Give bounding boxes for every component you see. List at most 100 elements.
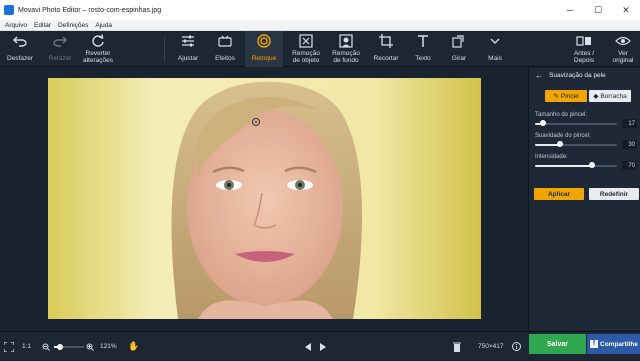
background-removal-label-1: Remoção: [332, 50, 360, 57]
share-label: Compartilhe: [600, 340, 638, 348]
back-arrow-icon[interactable]: ←: [535, 71, 543, 80]
intensity-value[interactable]: 70: [622, 161, 637, 170]
tab-eraser[interactable]: ◆ Borracha: [589, 90, 631, 102]
menu-definicoes[interactable]: Definições: [58, 22, 88, 29]
chevron-down-icon: [487, 34, 503, 48]
undo-icon: [12, 34, 28, 48]
maximize-button[interactable]: ☐: [584, 0, 612, 20]
zoom-level: 121%: [100, 343, 117, 350]
before-after-button[interactable]: Antes / Depois: [566, 31, 602, 67]
background-removal-button[interactable]: Remoção de fundo: [327, 31, 365, 67]
eye-icon: [615, 34, 631, 48]
zoom-handle[interactable]: [57, 343, 63, 350]
fit-screen-button[interactable]: [4, 332, 14, 361]
intensity-fill: [535, 165, 593, 167]
photo[interactable]: [48, 78, 481, 319]
crop-icon: [378, 34, 394, 48]
object-removal-icon: [298, 34, 314, 48]
menu-bar: Arquivo Editar Definições Ajuda: [0, 20, 640, 31]
undo-button[interactable]: Desfazer: [2, 31, 38, 67]
redo-button[interactable]: Refazer: [42, 31, 78, 67]
revert-icon: [90, 34, 106, 48]
zoom-in-icon[interactable]: [86, 332, 94, 361]
zoom-out-icon[interactable]: [42, 332, 50, 361]
brush-size-label: Tamanho do pincel:: [535, 112, 588, 118]
rotate-button[interactable]: Girar: [443, 31, 475, 67]
crop-button[interactable]: Recortar: [369, 31, 403, 67]
intensity-handle[interactable]: [589, 162, 596, 168]
retouch-label: Retoque: [251, 55, 277, 62]
hand-tool-button[interactable]: ✋: [128, 332, 139, 361]
panel-header: ← Suavização da pele: [529, 68, 640, 82]
effects-label: Efeitos: [215, 55, 235, 62]
intensity-label: Intensidade:: [535, 154, 568, 160]
brush-softness-fill: [535, 144, 560, 146]
previous-image-button[interactable]: [305, 332, 312, 361]
view-original-button[interactable]: Ver original: [606, 31, 640, 67]
background-removal-icon: [338, 34, 354, 48]
text-icon: [415, 34, 431, 48]
revert-label-1: Reverter: [85, 50, 111, 57]
retouch-button[interactable]: Retoque: [245, 31, 283, 67]
compare-icon: [576, 34, 592, 48]
previous-arrow-icon: [305, 342, 311, 351]
actual-size-button[interactable]: 1:1: [22, 332, 31, 361]
facebook-icon: f: [590, 340, 598, 348]
apply-button[interactable]: Aplicar: [534, 188, 584, 200]
share-button[interactable]: f Compartilhe: [587, 334, 640, 354]
menu-arquivo[interactable]: Arquivo: [5, 22, 27, 29]
zoom-slider[interactable]: [54, 332, 84, 361]
brush-size-value[interactable]: 17: [622, 119, 637, 128]
fit-screen-icon: [4, 341, 14, 352]
menu-ajuda[interactable]: Ajuda: [95, 22, 112, 29]
revert-changes-button[interactable]: Reverter alterações: [78, 31, 118, 67]
undo-label: Desfazer: [6, 55, 33, 62]
brush-icon: ✎: [553, 93, 559, 100]
delete-button[interactable]: [453, 332, 461, 361]
brush-size-slider[interactable]: [535, 120, 617, 126]
toolbar: Desfazer Refazer Reverter alterações Aju…: [0, 31, 640, 67]
next-image-button[interactable]: [319, 332, 326, 361]
brush-softness-value[interactable]: 30: [622, 140, 637, 149]
adjust-button[interactable]: Ajustar: [172, 31, 204, 67]
brush-softness-slider[interactable]: [535, 141, 617, 147]
crop-label: Recortar: [373, 55, 399, 62]
image-canvas[interactable]: [0, 68, 527, 330]
object-removal-label-2: de objeto: [292, 57, 320, 64]
more-button[interactable]: Mais: [480, 31, 510, 67]
adjust-label: Ajustar: [177, 55, 199, 62]
view-original-label-2: original: [612, 57, 634, 64]
save-button[interactable]: Salvar: [529, 334, 586, 354]
background-removal-label-2: de fundo: [333, 57, 359, 64]
brush-softness-label: Suavidade do pincel:: [535, 133, 591, 139]
object-removal-label-1: Remoção: [292, 50, 320, 57]
redo-icon: [52, 34, 68, 48]
window-title: Movavi Photo Editor – rosto-com-espinhas…: [18, 6, 162, 14]
eraser-icon: ◆: [593, 93, 599, 100]
brush-size-handle[interactable]: [540, 120, 547, 126]
tab-brush-label: Pincel: [560, 92, 579, 100]
image-dimensions: 750×417: [478, 343, 504, 350]
before-after-label-1: Antes /: [573, 50, 595, 57]
intensity-slider[interactable]: [535, 162, 617, 168]
redo-label: Refazer: [48, 55, 72, 62]
image-info-button[interactable]: [512, 332, 521, 361]
effects-icon: [217, 34, 233, 48]
reset-button[interactable]: Redefinir: [589, 188, 639, 200]
status-bar: 1:1 121% ✋ 750×417 Salvar f Compartilhe: [0, 331, 640, 360]
menu-editar[interactable]: Editar: [34, 22, 51, 29]
before-after-label-2: Depois: [573, 57, 595, 64]
effects-button[interactable]: Efeitos: [208, 31, 242, 67]
minimize-button[interactable]: ─: [556, 0, 584, 20]
tab-brush[interactable]: ✎ Pincel: [545, 90, 587, 102]
object-removal-button[interactable]: Remoção de objeto: [286, 31, 326, 67]
toolbar-divider: [164, 37, 165, 61]
trash-icon: [453, 342, 461, 352]
brush-softness-handle[interactable]: [556, 141, 563, 147]
portrait-image: [48, 78, 481, 319]
window-controls: ─ ☐ ✕: [556, 0, 640, 20]
close-button[interactable]: ✕: [612, 0, 640, 20]
text-button[interactable]: Texto: [407, 31, 439, 67]
skin-smoothing-panel: ← Suavização da pele ✎ Pincel ◆ Borracha…: [528, 68, 640, 330]
text-label: Texto: [415, 55, 431, 62]
